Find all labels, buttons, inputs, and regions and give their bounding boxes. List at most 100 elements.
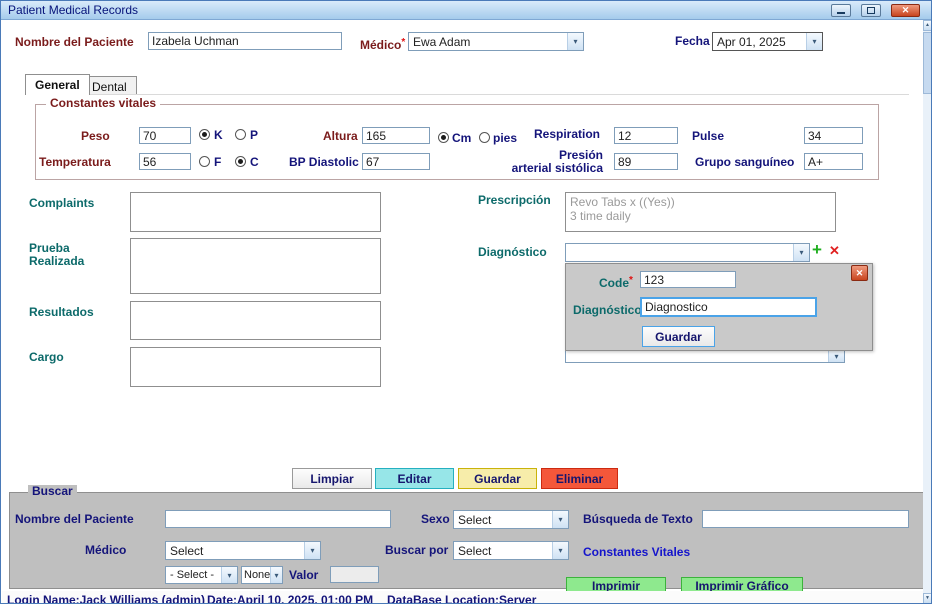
hidden-diagnosis-select[interactable]: ▾ xyxy=(565,349,845,363)
popup-code-label: Code* xyxy=(599,274,633,290)
chevron-down-icon: ▾ xyxy=(304,542,320,559)
popup-diagnostico-input[interactable] xyxy=(640,297,817,317)
status-database: DataBase Location:Server xyxy=(387,593,536,604)
scroll-down-button[interactable]: ▼ xyxy=(923,593,932,604)
popup-code-input[interactable] xyxy=(640,271,736,288)
vital-select[interactable]: - Select - ▾ xyxy=(165,566,238,584)
guardar-button[interactable]: Guardar xyxy=(458,468,537,489)
limpiar-button[interactable]: Limpiar xyxy=(292,468,372,489)
altura-input[interactable] xyxy=(362,127,430,144)
altura-unit-cm-label: Cm xyxy=(452,132,471,145)
grupo-sanguineo-input[interactable] xyxy=(804,153,863,170)
presion-sistolica-input[interactable] xyxy=(614,153,678,170)
delete-diagnosis-icon[interactable]: ✕ xyxy=(829,244,840,257)
required-icon: * xyxy=(401,37,405,48)
popup-diagnostico-label: Diagnóstico* xyxy=(573,301,646,317)
peso-input[interactable] xyxy=(139,127,191,144)
buscar-doctor-label: Médico xyxy=(85,544,126,557)
peso-unit-k-label: K xyxy=(214,129,223,142)
presion-sistolica-label: Presión arterial sistólica xyxy=(499,149,603,175)
title-bar: Patient Medical Records xyxy=(1,1,932,20)
editar-button[interactable]: Editar xyxy=(375,468,454,489)
date-label: Fecha xyxy=(675,35,710,48)
scroll-up-button[interactable]: ▲ xyxy=(923,20,932,31)
maximize-button[interactable] xyxy=(861,4,881,17)
close-icon: ✕ xyxy=(902,5,910,16)
diagnostico-label: Diagnóstico xyxy=(478,246,547,259)
chevron-down-icon: ▾ xyxy=(552,511,568,528)
buscar-patient-name-input[interactable] xyxy=(165,510,391,528)
bp-diastolic-label: BP Diastolic xyxy=(289,156,359,169)
minimize-button[interactable] xyxy=(831,4,851,17)
temp-unit-c-label: C xyxy=(250,156,259,169)
doctor-select[interactable]: Ewa Adam ▾ xyxy=(408,32,584,51)
buscar-doctor-select[interactable]: Select ▾ xyxy=(165,541,321,560)
buscar-patient-name-label: Nombre del Paciente xyxy=(15,513,134,526)
temp-unit-f-label: F xyxy=(214,156,221,169)
temperatura-input[interactable] xyxy=(139,153,191,170)
altura-unit-cm-radio[interactable] xyxy=(438,132,449,143)
prescripcion-textarea[interactable]: Revo Tabs x ((Yes)) 3 time daily xyxy=(565,192,836,232)
resultados-label: Resultados xyxy=(29,306,94,319)
minimize-icon xyxy=(837,12,845,14)
peso-label: Peso xyxy=(81,130,110,143)
status-date: Date:April 10, 2025, 01:00 PM xyxy=(207,593,373,604)
buscar-por-select[interactable]: Select ▾ xyxy=(453,541,569,560)
buscar-text-search-label: Búsqueda de Texto xyxy=(583,513,693,526)
close-icon: ✕ xyxy=(856,268,864,279)
buscar-text-search-input[interactable] xyxy=(702,510,909,528)
required-icon: * xyxy=(629,275,633,286)
buscar-por-label: Buscar por xyxy=(385,544,448,557)
valor-label: Valor xyxy=(289,569,318,582)
temp-unit-c-radio[interactable] xyxy=(235,156,246,167)
respiration-input[interactable] xyxy=(614,127,678,144)
chevron-down-icon: ▾ xyxy=(806,33,822,50)
pulse-label: Pulse xyxy=(692,130,724,143)
popup-guardar-button[interactable]: Guardar xyxy=(642,326,715,347)
resultados-textarea[interactable] xyxy=(130,301,381,340)
chevron-down-icon: ▾ xyxy=(552,542,568,559)
close-button[interactable]: ✕ xyxy=(891,4,920,17)
chevron-down-icon: ▾ xyxy=(828,350,844,362)
tab-general[interactable]: General xyxy=(25,74,90,95)
scrollbar-thumb[interactable] xyxy=(923,32,932,94)
add-diagnosis-icon[interactable]: + xyxy=(812,241,822,258)
peso-unit-p-radio[interactable] xyxy=(235,129,246,140)
vitals-legend: Constantes vitales xyxy=(46,97,160,110)
pulse-input[interactable] xyxy=(804,127,863,144)
peso-unit-p-label: P xyxy=(250,129,258,142)
respiration-label: Respiration xyxy=(534,128,600,141)
temp-unit-f-radio[interactable] xyxy=(199,156,210,167)
grupo-sanguineo-label: Grupo sanguíneo xyxy=(695,156,794,169)
scroll-up-icon: ▲ xyxy=(925,21,930,30)
altura-label: Altura xyxy=(323,130,358,143)
scroll-down-icon: ▼ xyxy=(925,594,930,603)
complaints-textarea[interactable] xyxy=(130,192,381,232)
operator-select[interactable]: None ▾ xyxy=(241,566,283,584)
patient-name-label: Nombre del Paciente xyxy=(15,36,134,49)
chevron-down-icon: ▾ xyxy=(221,567,237,583)
date-picker[interactable]: Apr 01, 2025 ▾ xyxy=(712,32,823,51)
complaints-label: Complaints xyxy=(29,197,94,210)
prueba-realizada-textarea[interactable] xyxy=(130,238,381,294)
tab-dental[interactable]: Dental xyxy=(82,76,137,95)
app-window: Patient Medical Records ✕ ▲ ▼ Nombre del… xyxy=(0,0,932,604)
peso-unit-k-radio[interactable] xyxy=(199,129,210,140)
eliminar-button[interactable]: Eliminar xyxy=(541,468,618,489)
prueba-realizada-label: Prueba Realizada xyxy=(29,242,84,268)
vertical-scrollbar[interactable]: ▲ ▼ xyxy=(923,20,932,604)
altura-unit-pies-label: pies xyxy=(493,132,517,145)
altura-unit-pies-radio[interactable] xyxy=(479,132,490,143)
diagnostico-select[interactable]: ▾ xyxy=(565,243,810,262)
constantes-vitales-label: Constantes Vitales xyxy=(583,546,690,559)
chevron-down-icon: ▾ xyxy=(793,244,809,261)
prescripcion-label: Prescripción xyxy=(478,194,551,207)
buscar-sexo-select[interactable]: Select ▾ xyxy=(453,510,569,529)
patient-name-input[interactable] xyxy=(148,32,342,50)
cargo-textarea[interactable] xyxy=(130,347,381,387)
bp-diastolic-input[interactable] xyxy=(362,153,430,170)
buscar-legend: Buscar xyxy=(28,485,77,498)
valor-input[interactable] xyxy=(330,566,379,583)
popup-close-button[interactable]: ✕ xyxy=(851,265,868,281)
doctor-label: Médico* xyxy=(360,36,405,52)
